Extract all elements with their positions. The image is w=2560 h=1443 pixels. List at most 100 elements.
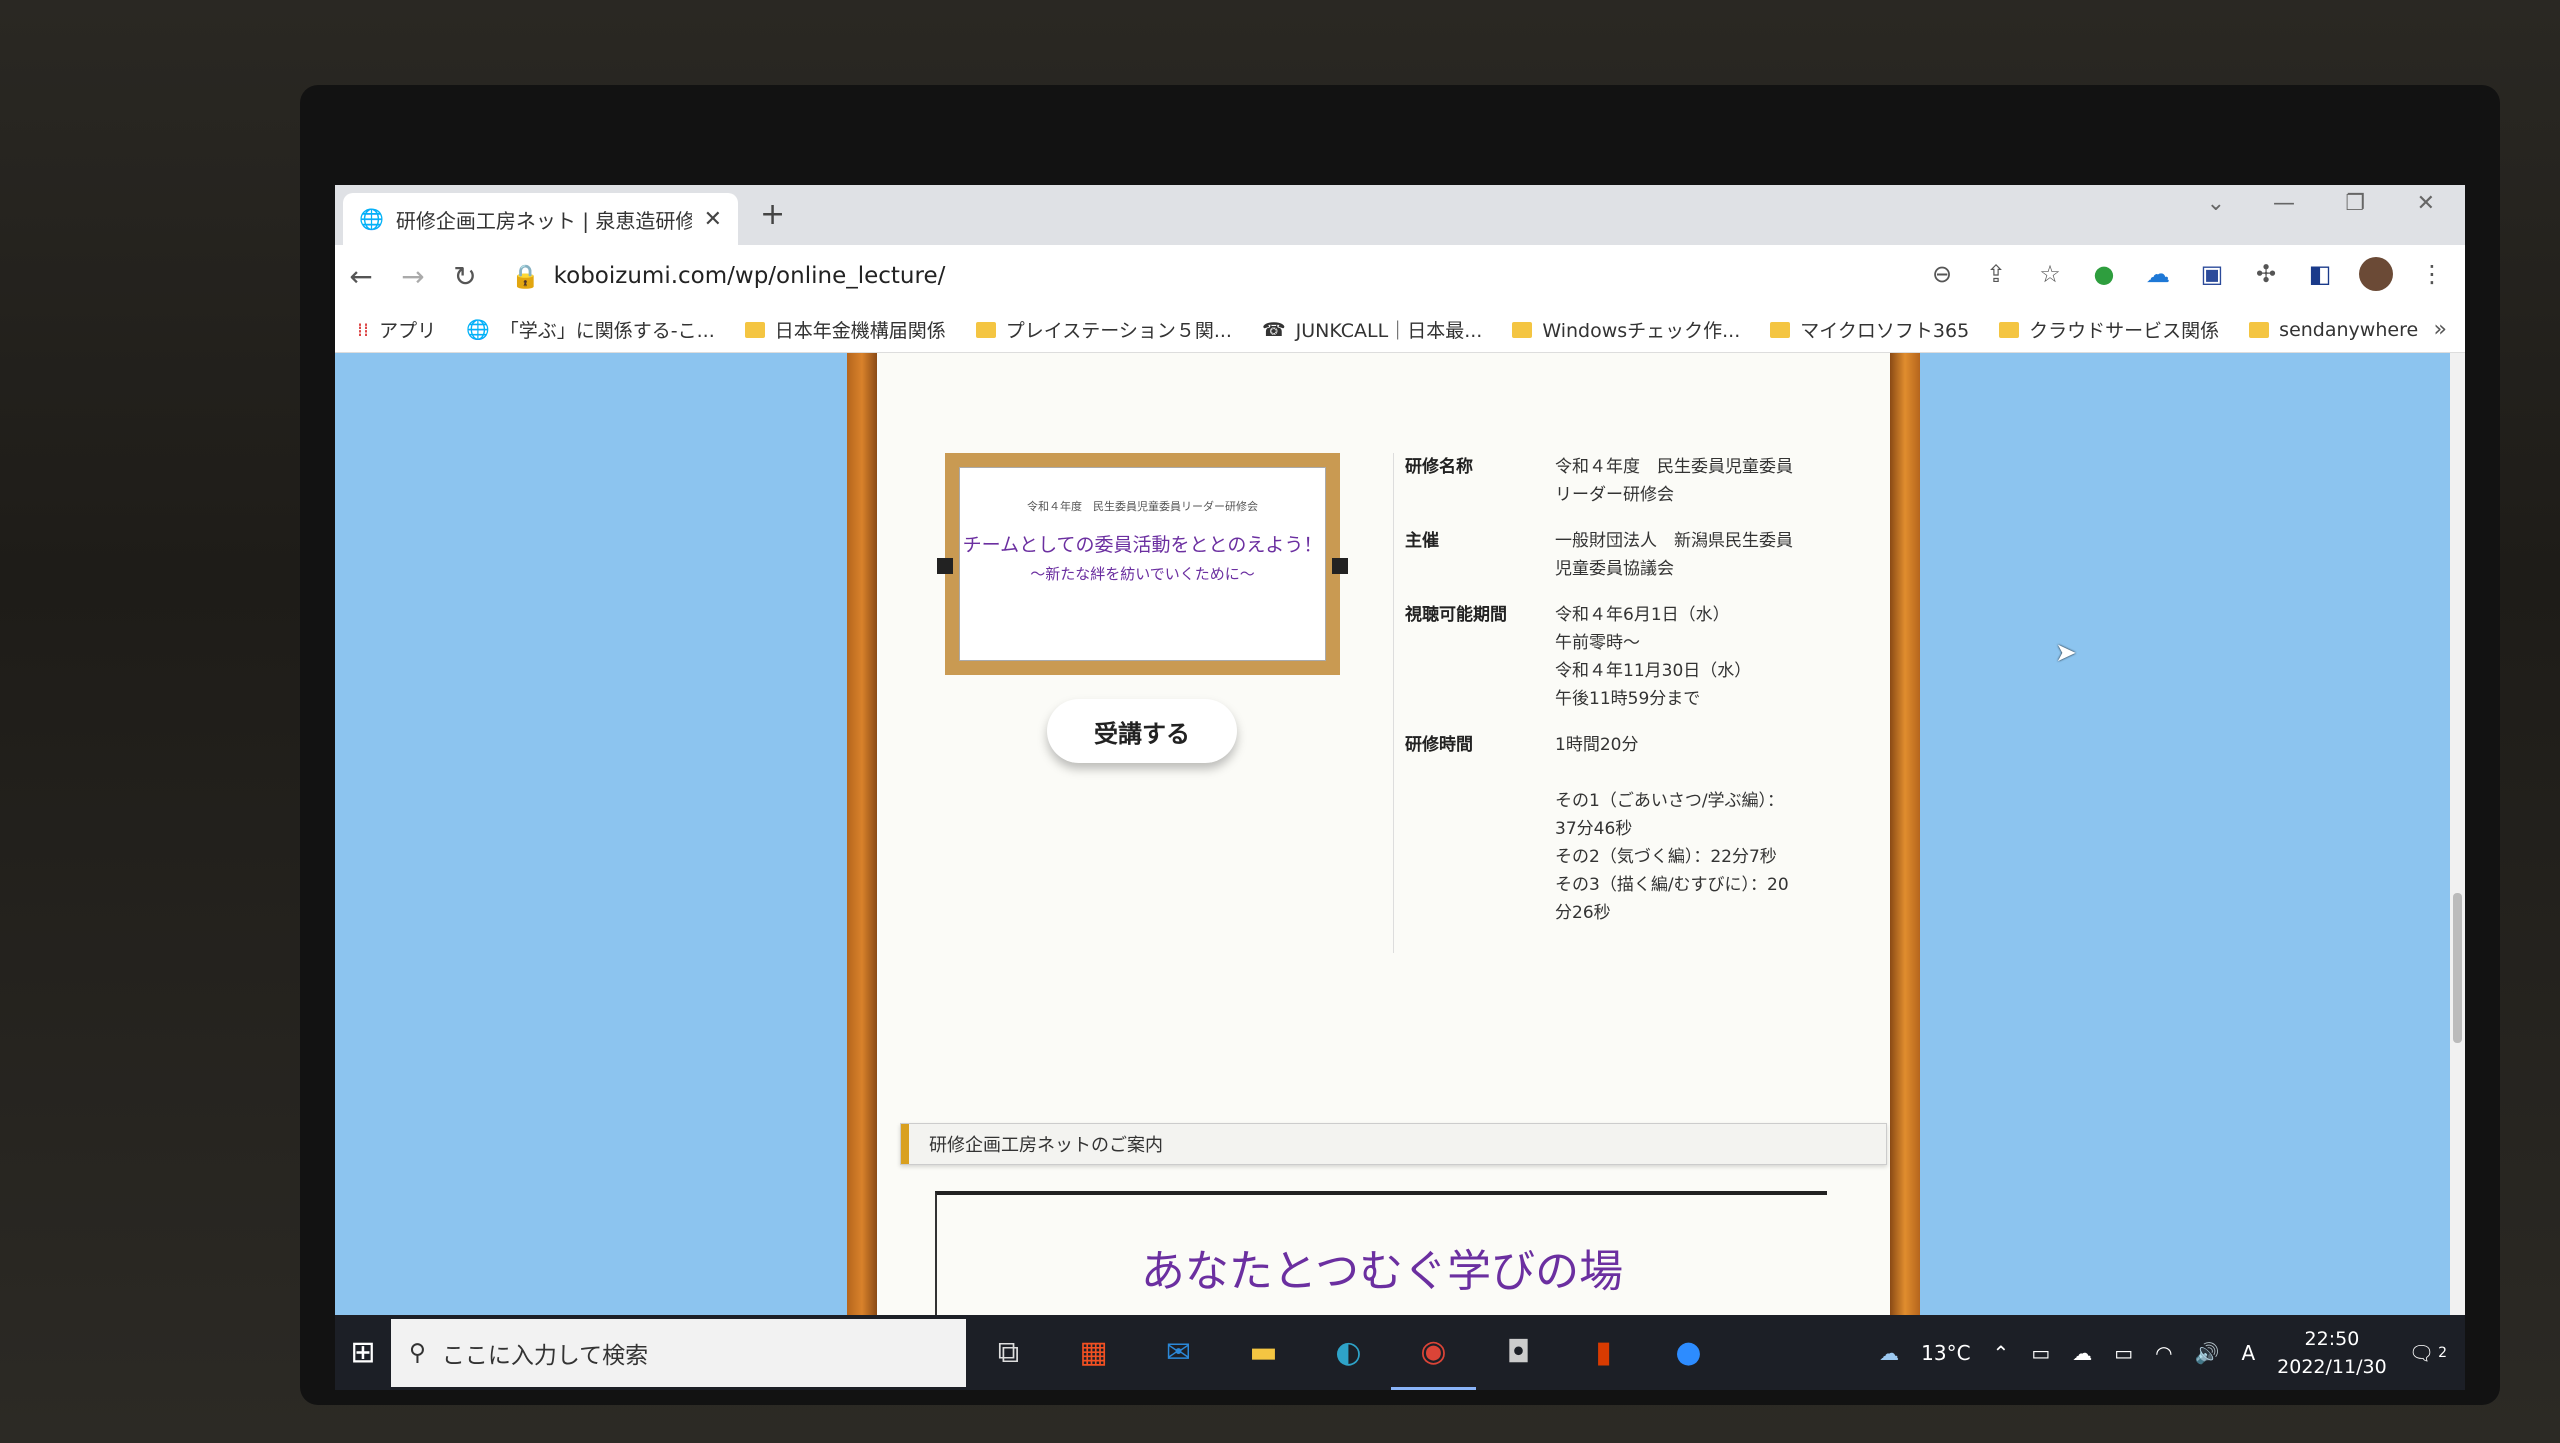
extension-blue-icon[interactable]: ▣ xyxy=(2197,259,2227,289)
star-icon[interactable]: ☆ xyxy=(2035,259,2065,289)
task-view-icon[interactable]: ⧉ xyxy=(966,1315,1051,1390)
info-label: 視聴可能期間 xyxy=(1405,605,1507,625)
page-viewport: 令和４年度 民生委員児童委員リーダー研修会 チームとしての委員活動をととのえよう… xyxy=(335,353,2450,1315)
enroll-button[interactable]: 受講する xyxy=(1047,699,1237,763)
bookmark-folder[interactable]: クラウドサービス関係 xyxy=(1999,316,2219,343)
info-row-time: 研修時間 1時間20分 その1（ごあいさつ/学ぶ編）： 37分46秒 その2（気… xyxy=(1405,731,1835,927)
folder-icon xyxy=(975,321,996,338)
right-wood-rail xyxy=(1890,353,1920,1315)
extension-green-icon[interactable]: ● xyxy=(2089,259,2119,289)
url-text: koboizumi.com/wp/online_lecture/ xyxy=(553,263,946,289)
bookmark-folder[interactable]: 日本年金機構届関係 xyxy=(744,316,946,343)
bookmark-item[interactable]: ☎ JUNKCALL｜日本最... xyxy=(1262,316,1482,343)
thumbnail-title: チームとしての委員活動をととのえよう！ xyxy=(962,534,1323,556)
minimize-button[interactable]: — xyxy=(2273,191,2295,216)
lead-heading: あなたとつむぐ学びの場 xyxy=(1140,1246,1624,1297)
resize-handle[interactable] xyxy=(937,558,953,574)
mail-icon[interactable]: ✉ xyxy=(1136,1315,1221,1390)
bookmarks-bar: ⁞⁞ アプリ 🌐 「学ぶ」に関係する‐こ... 日本年金機構届関係 プレイステー… xyxy=(335,307,2465,353)
tab-title: 研修企画工房ネット | 泉恵造研修... xyxy=(395,208,692,233)
toolbar-icons: ⊖ ⇪ ☆ ● ☁ ▣ ✣ ◧ ⋮ xyxy=(1927,257,2447,291)
lecture-thumbnail[interactable]: 令和４年度 民生委員児童委員リーダー研修会 チームとしての委員活動をととのえよう… xyxy=(945,453,1340,675)
search-placeholder: ここに入力して検索 xyxy=(441,1342,649,1369)
chevron-up-icon[interactable]: ⌃ xyxy=(1993,1341,2010,1365)
scrollbar-thumb[interactable] xyxy=(2453,893,2462,1043)
new-tab-button[interactable]: + xyxy=(760,197,785,232)
system-tray: ☁ 13°C ⌃ ▭ ☁ ▭ ◠ 🔊 A 22:50 2022/11/30 🗨 … xyxy=(1879,1315,2447,1390)
mouse-cursor-icon: ➤ xyxy=(2055,638,2077,668)
office-icon[interactable]: ▮ xyxy=(1561,1315,1646,1390)
apps-grid-icon: ⁞⁞ xyxy=(357,318,370,341)
clock-time: 22:50 xyxy=(2304,1327,2360,1350)
close-icon[interactable]: ✕ xyxy=(704,207,722,232)
notification-count: 2 xyxy=(2438,1344,2447,1361)
menu-icon[interactable]: ⋮ xyxy=(2417,259,2447,289)
chevron-down-icon[interactable]: ⌄ xyxy=(2207,191,2225,216)
battery-icon[interactable]: ▭ xyxy=(2114,1341,2133,1365)
bookmark-folder[interactable]: マイクロソフト365 xyxy=(1770,316,1969,343)
clock[interactable]: 22:50 2022/11/30 xyxy=(2277,1325,2387,1381)
weather-temp[interactable]: 13°C xyxy=(1921,1341,1970,1365)
zoom-icon[interactable]: ⊖ xyxy=(1927,259,1957,289)
back-button[interactable]: ← xyxy=(335,260,387,293)
edge-icon[interactable]: ◐ xyxy=(1306,1315,1391,1390)
lead-box: あなたとつむぐ学びの場 xyxy=(935,1191,1827,1315)
notification-icon[interactable]: 🗨 xyxy=(2409,1341,2434,1365)
reload-button[interactable]: ↻ xyxy=(439,260,491,293)
volume-icon[interactable]: 🔊 xyxy=(2195,1341,2220,1365)
store-icon[interactable]: ▦ xyxy=(1051,1315,1136,1390)
page-scrollbar[interactable] xyxy=(2450,353,2465,1315)
tab-strip: 🌐 研修企画工房ネット | 泉恵造研修... ✕ + ⌄ — ❐ ✕ xyxy=(335,185,2465,245)
bookmark-apps[interactable]: ⁞⁞ アプリ xyxy=(357,316,436,343)
close-window-button[interactable]: ✕ xyxy=(2417,191,2435,216)
bookmark-folder[interactable]: Windowsチェック作... xyxy=(1512,316,1740,343)
folder-icon xyxy=(2249,321,2270,338)
forward-button[interactable]: → xyxy=(387,260,439,293)
folder-icon xyxy=(1770,321,1791,338)
folder-icon xyxy=(1512,321,1533,338)
info-label: 研修時間 xyxy=(1405,735,1473,755)
explorer-icon[interactable]: ▬ xyxy=(1221,1315,1306,1390)
folder-icon xyxy=(1999,321,2020,338)
sidepanel-icon[interactable]: ◧ xyxy=(2305,259,2335,289)
wifi-icon[interactable]: ◠ xyxy=(2155,1341,2172,1365)
left-wood-rail xyxy=(847,353,877,1315)
section-accent xyxy=(901,1124,909,1164)
meet-icon[interactable]: ▭ xyxy=(2031,1341,2050,1365)
junkcall-icon: ☎ xyxy=(1261,318,1286,341)
browser-toolbar: ← → ↻ 🔒 koboizumi.com/wp/online_lecture/… xyxy=(335,245,2465,307)
camera-icon[interactable]: ◘ xyxy=(1476,1315,1561,1390)
globe-icon: 🌐 xyxy=(466,319,490,341)
bookmark-folder[interactable]: sendanywhere xyxy=(2249,319,2418,341)
search-icon: ⚲ xyxy=(409,1339,426,1366)
lock-icon: 🔒 xyxy=(511,263,540,290)
share-icon[interactable]: ⇪ xyxy=(1981,259,2011,289)
windows-start-icon[interactable]: ⊞ xyxy=(335,1335,391,1370)
info-label: 主催 xyxy=(1405,531,1439,551)
thumbnail-caption: 令和４年度 民生委員児童委員リーダー研修会 xyxy=(1027,500,1258,513)
bookmarks-more-button[interactable]: » xyxy=(2434,317,2447,342)
restore-button[interactable]: ❐ xyxy=(2345,191,2365,216)
bookmark-folder[interactable]: プレイステーション５関... xyxy=(975,316,1232,343)
onedrive-tray-icon[interactable]: ☁ xyxy=(2072,1341,2092,1365)
address-bar[interactable]: 🔒 koboizumi.com/wp/online_lecture/ xyxy=(511,263,945,290)
taskbar-search[interactable]: ⚲ ここに入力して検索 xyxy=(391,1318,966,1387)
info-value: 1時間20分 その1（ごあいさつ/学ぶ編）： 37分46秒 その2（気づく編）：… xyxy=(1555,735,1789,923)
section-title: 研修企画工房ネットのご案内 xyxy=(929,1135,1163,1156)
info-row-name: 研修名称 令和４年度 民生委員児童委員 リーダー研修会 xyxy=(1405,453,1835,509)
info-value: 一般財団法人 新潟県民生委員 児童委員協議会 xyxy=(1555,531,1793,579)
onedrive-icon[interactable]: ☁ xyxy=(2143,259,2173,289)
zoom-icon[interactable]: ● xyxy=(1646,1315,1731,1390)
info-value: 令和４年6月1日（水） 午前零時～ 令和４年11月30日（水） 午後11時59分… xyxy=(1555,605,1752,709)
info-row-host: 主催 一般財団法人 新潟県民生委員 児童委員協議会 xyxy=(1405,527,1835,583)
bookmark-item[interactable]: 🌐 「学ぶ」に関係する‐こ... xyxy=(466,316,715,343)
weather-icon: ☁ xyxy=(1879,1340,1900,1365)
info-label: 研修名称 xyxy=(1405,457,1473,477)
puzzle-icon[interactable]: ✣ xyxy=(2251,259,2281,289)
profile-avatar[interactable] xyxy=(2359,257,2393,291)
ime-indicator[interactable]: A xyxy=(2241,1341,2255,1365)
chrome-icon[interactable]: ◉ xyxy=(1391,1315,1476,1390)
info-row-period: 視聴可能期間 令和４年6月1日（水） 午前零時～ 令和４年11月30日（水） 午… xyxy=(1405,601,1835,713)
browser-tab[interactable]: 🌐 研修企画工房ネット | 泉恵造研修... ✕ xyxy=(343,193,738,245)
resize-handle[interactable] xyxy=(1332,558,1348,574)
